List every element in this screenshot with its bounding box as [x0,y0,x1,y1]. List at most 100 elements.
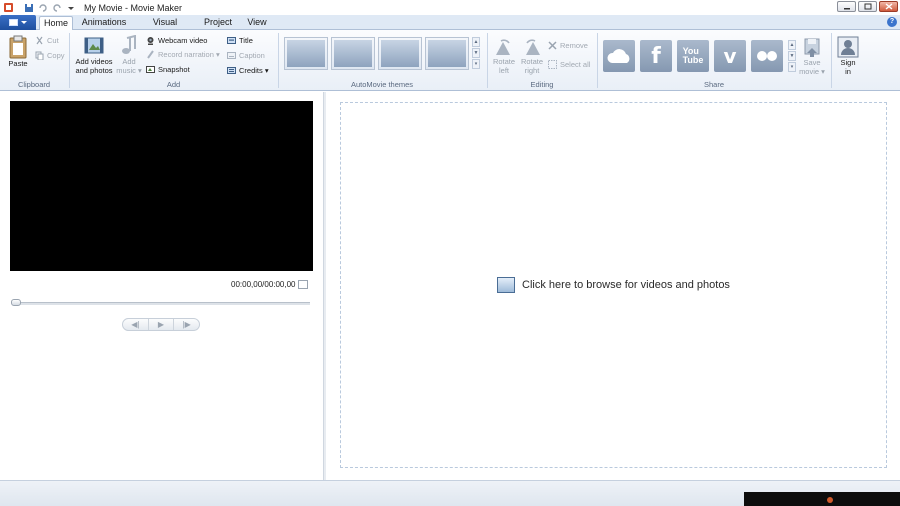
tab-project[interactable]: Project [201,16,235,30]
remove-button[interactable]: Remove [548,41,588,50]
select-all-button[interactable]: Select all [548,60,590,69]
add-group-label: Add [166,80,181,89]
credits-icon [227,67,236,74]
pane-splitter[interactable] [323,92,326,480]
seek-bar[interactable] [12,302,310,305]
onedrive-share-button[interactable] [603,40,635,72]
ribbon: Paste Cut Copy Clipboard Add videos and … [0,30,900,91]
save-icon[interactable] [24,3,34,13]
theme-thumbnail[interactable] [284,37,328,70]
webcam-video-label: Webcam video [158,36,208,45]
cut-icon [36,36,43,45]
window-controls [837,1,898,12]
seek-bar-thumb[interactable] [11,299,21,306]
save-movie-label-2: movie ▾ [799,67,825,76]
previous-frame-icon: ◀| [131,320,140,329]
add-videos-photos-icon [84,37,104,54]
theme-preview-image [381,40,419,67]
caption-label: Caption [239,51,265,60]
microphone-icon [147,50,154,59]
add-group: Add videos and photos Add music ▾ Webcam… [70,32,277,89]
window-title: My Movie - Movie Maker [84,2,183,13]
rotate-right-button[interactable]: Rotate right [518,37,546,75]
title-label: Title [239,36,253,45]
tab-home[interactable]: Home [39,16,73,31]
flickr-share-button[interactable] [751,40,783,72]
title-bar: My Movie - Movie Maker [0,0,900,15]
maximize-button[interactable] [858,1,877,12]
movie-maker-app-icon[interactable] [3,2,14,13]
minimize-button[interactable] [837,1,856,12]
save-movie-button[interactable]: Save movie ▾ [797,36,827,76]
editing-group: Rotate left Rotate right Remove Select a… [488,32,596,89]
main-workspace: 00:00,00/00:00,00 ◀| ▶ |▶ Click here to … [0,92,900,480]
add-music-label-1: Add [122,57,136,66]
photo-film-icon [497,277,516,293]
next-frame-button[interactable]: |▶ [173,319,199,330]
gallery-expand-icon[interactable]: ▾ [472,59,480,69]
tab-view[interactable]: View [243,16,271,30]
save-movie-label-1: Save [803,58,821,67]
onedrive-cloud-icon [607,49,630,63]
gallery-scroll-up-icon[interactable]: ▲ [788,40,796,50]
share-group: f You Tube v ▲ ▼ ▾ Save movie ▾ Share [598,32,830,89]
tab-visual-effects[interactable]: Visual Effects [138,16,192,40]
playback-timecode: 00:00,00/00:00,00 [231,280,296,289]
snapshot-icon [146,66,155,73]
theme-thumbnail[interactable] [425,37,469,70]
rotate-left-button[interactable]: Rotate left [490,37,518,75]
tab-animations[interactable]: Animations [80,16,128,30]
clipboard-group-label: Clipboard [17,80,51,89]
add-music-button[interactable]: Add music ▾ [115,35,143,75]
gallery-scroll-up-icon[interactable]: ▲ [472,37,480,47]
copy-button[interactable]: Copy [35,51,65,60]
vimeo-share-button[interactable]: v [714,40,746,72]
fullscreen-preview-icon[interactable] [298,280,308,289]
record-narration-button[interactable]: Record narration ▾ [146,50,220,59]
facebook-icon: f [651,43,661,69]
file-menu-button[interactable] [0,15,36,30]
cut-button[interactable]: Cut [35,36,59,45]
video-preview-monitor[interactable] [10,101,313,271]
sign-in-button[interactable]: Sign in [836,36,860,76]
gallery-scroll-down-icon[interactable]: ▼ [472,48,480,58]
rotate-right-icon [526,39,540,55]
previous-frame-button[interactable]: ◀| [123,319,148,330]
status-bar [0,480,900,506]
add-videos-photos-button[interactable]: Add videos and photos [73,35,115,75]
credits-button[interactable]: Credits ▾ [227,66,269,75]
copy-label: Copy [47,51,65,60]
help-icon[interactable]: ? [887,17,897,27]
theme-thumbnail[interactable] [331,37,375,70]
customize-quick-access-icon[interactable] [66,3,76,13]
chevron-down-icon [21,21,27,24]
ribbon-tab-row: Home Animations Visual Effects Project V… [0,15,900,40]
play-button[interactable]: ▶ [147,319,174,330]
clipboard-group: Paste Cut Copy Clipboard [0,32,68,89]
theme-preview-image [287,40,325,67]
flickr-icon [757,51,777,61]
snapshot-button[interactable]: Snapshot [146,65,190,74]
storyboard-drop-area[interactable]: Click here to browse for videos and phot… [340,102,887,468]
rotate-right-label-2: right [524,66,540,75]
gallery-expand-icon[interactable]: ▾ [788,62,796,72]
theme-preview-image [334,40,372,67]
close-button[interactable] [879,1,898,12]
webcam-video-button[interactable]: Webcam video [146,36,207,45]
facebook-share-button[interactable]: f [640,40,672,72]
add-videos-label-2: and photos [75,66,113,75]
paste-icon [9,35,27,59]
gallery-scroll-down-icon[interactable]: ▼ [788,51,796,61]
theme-thumbnail[interactable] [378,37,422,70]
caption-button[interactable]: Caption [227,51,265,60]
browse-prompt[interactable]: Click here to browse for videos and phot… [522,279,730,291]
paste-button[interactable]: Paste [5,35,31,68]
youtube-share-button[interactable]: You Tube [677,40,709,72]
webcam-icon [147,37,154,45]
record-narration-label: Record narration ▾ [158,50,220,59]
youtube-icon: You Tube [682,46,704,65]
add-music-label-2: music ▾ [116,66,142,75]
undo-icon[interactable] [38,3,48,13]
title-button[interactable]: Title [227,36,253,45]
redo-icon[interactable] [52,3,62,13]
